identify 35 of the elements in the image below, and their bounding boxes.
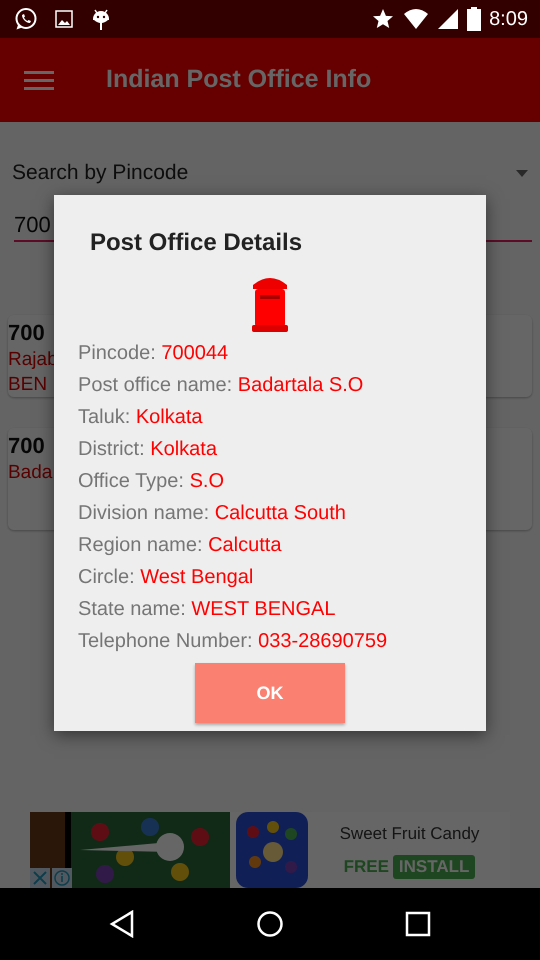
detail-row-text: District: Kolkata <box>78 437 218 462</box>
ad-title: Sweet Fruit Candy <box>340 822 480 844</box>
detail-row-text: Telephone Number: 033-28690759 <box>78 629 388 654</box>
pincode-text: 700 <box>8 432 45 460</box>
chat-icon <box>14 7 38 31</box>
detail-row-text: Division name: Calcutta South <box>78 501 347 526</box>
clock: 8:09 <box>489 7 528 32</box>
detail-row-text: Taluk: Kolkata <box>78 405 204 430</box>
pincode-search-dropdown[interactable]: Search by Pincode <box>12 157 188 189</box>
dialog-title: Post Office Details <box>90 228 304 258</box>
detail-row-text: Circle: West Bengal <box>78 565 254 590</box>
info-icon[interactable] <box>52 868 72 888</box>
price-label: FREE <box>344 856 389 878</box>
detail-row-text: Post office name: Badartala S.O <box>78 373 364 398</box>
result-detail-text: Bada <box>8 461 52 485</box>
image-icon <box>54 9 74 29</box>
result-detail-text: BEN <box>8 373 48 397</box>
wifi-icon <box>403 8 430 30</box>
dropdown-arrow-icon[interactable] <box>516 170 528 176</box>
menu-icon[interactable] <box>24 69 54 91</box>
detail-row-text: Pincode: 700044 <box>78 341 230 366</box>
pincode-text: 700 <box>8 319 45 347</box>
back-icon[interactable] <box>108 910 135 938</box>
install-button[interactable]: INSTALL <box>392 854 476 879</box>
detail-row-text: Office Type: S.O <box>78 469 226 494</box>
recents-icon[interactable] <box>405 911 432 937</box>
app-title: Indian Post Office Info <box>106 64 372 96</box>
home-icon[interactable] <box>256 910 284 938</box>
detail-row-text: State name: WEST BENGAL <box>78 597 337 622</box>
close-icon[interactable] <box>30 868 50 888</box>
battery-icon <box>467 7 482 31</box>
signal-icon <box>437 8 460 30</box>
ok-button[interactable]: OK <box>195 663 345 723</box>
detail-row-text: Region name: Calcutta <box>78 533 282 558</box>
app-icon <box>233 812 309 888</box>
